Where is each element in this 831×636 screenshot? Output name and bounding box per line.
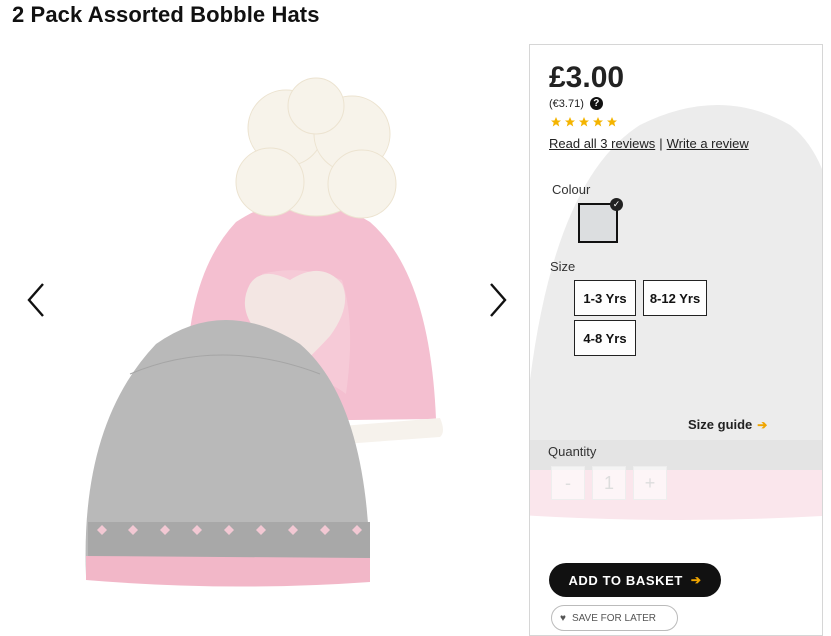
add-to-basket-label: ADD TO BASKET bbox=[568, 572, 683, 588]
heart-icon: ♥ bbox=[560, 612, 566, 624]
quantity-decrease-button[interactable]: - bbox=[551, 466, 585, 500]
quantity-input[interactable]: 1 bbox=[592, 466, 626, 500]
product-image bbox=[85, 77, 443, 587]
add-to-basket-button[interactable]: ADD TO BASKET ➔ bbox=[549, 563, 721, 597]
colour-swatch-selected[interactable]: ✓ bbox=[578, 198, 623, 243]
price: £3.00 bbox=[549, 61, 625, 94]
write-review-link[interactable]: Write a review bbox=[667, 136, 749, 151]
colour-label: Colour bbox=[552, 182, 591, 197]
check-icon: ✓ bbox=[610, 198, 623, 211]
alt-price-text: (€3.71) bbox=[549, 97, 584, 110]
reviews-separator: | bbox=[659, 136, 663, 151]
quantity-stepper: - 1 + bbox=[551, 466, 667, 500]
quantity-label: Quantity bbox=[548, 444, 597, 459]
reviews-links: Read all 3 reviews | Write a review bbox=[549, 136, 749, 151]
star-rating bbox=[550, 116, 618, 128]
star-icon bbox=[565, 117, 575, 127]
pom-pom bbox=[235, 77, 397, 219]
product-title: 2 Pack Assorted Bobble Hats bbox=[12, 2, 320, 27]
next-image-button[interactable] bbox=[478, 280, 518, 320]
quantity-increase-button[interactable]: + bbox=[633, 466, 667, 500]
star-icon bbox=[593, 117, 603, 127]
star-icon bbox=[607, 117, 617, 127]
chevron-left-icon bbox=[27, 283, 44, 317]
star-icon bbox=[551, 117, 561, 127]
previous-image-button[interactable] bbox=[16, 280, 56, 320]
save-for-later-label: SAVE FOR LATER bbox=[571, 612, 657, 624]
alternate-currency-price: (€3.71) ? bbox=[549, 97, 603, 110]
size-guide-link[interactable]: Size guide ➔ bbox=[688, 417, 767, 432]
size-label: Size bbox=[550, 259, 576, 274]
size-option-1-3[interactable]: 1-3 Yrs bbox=[574, 280, 636, 316]
size-option-4-8[interactable]: 4-8 Yrs bbox=[574, 320, 636, 356]
arrow-right-icon: ➔ bbox=[757, 417, 768, 432]
product-purchase-panel: £3.00 (€3.71) ? Read all 3 reviews | Write… bbox=[529, 44, 823, 636]
save-for-later-button[interactable]: ♥ SAVE FOR LATER bbox=[551, 605, 678, 631]
chevron-right-icon bbox=[490, 283, 507, 317]
star-icon bbox=[579, 117, 589, 127]
product-image-gallery bbox=[0, 44, 525, 617]
arrow-right-icon: ➔ bbox=[690, 573, 702, 587]
question-icon[interactable]: ? bbox=[589, 97, 603, 110]
size-guide-label: Size guide bbox=[688, 417, 753, 432]
size-option-8-12[interactable]: 8-12 Yrs bbox=[643, 280, 707, 316]
read-all-reviews-link[interactable]: Read all 3 reviews bbox=[549, 136, 655, 151]
